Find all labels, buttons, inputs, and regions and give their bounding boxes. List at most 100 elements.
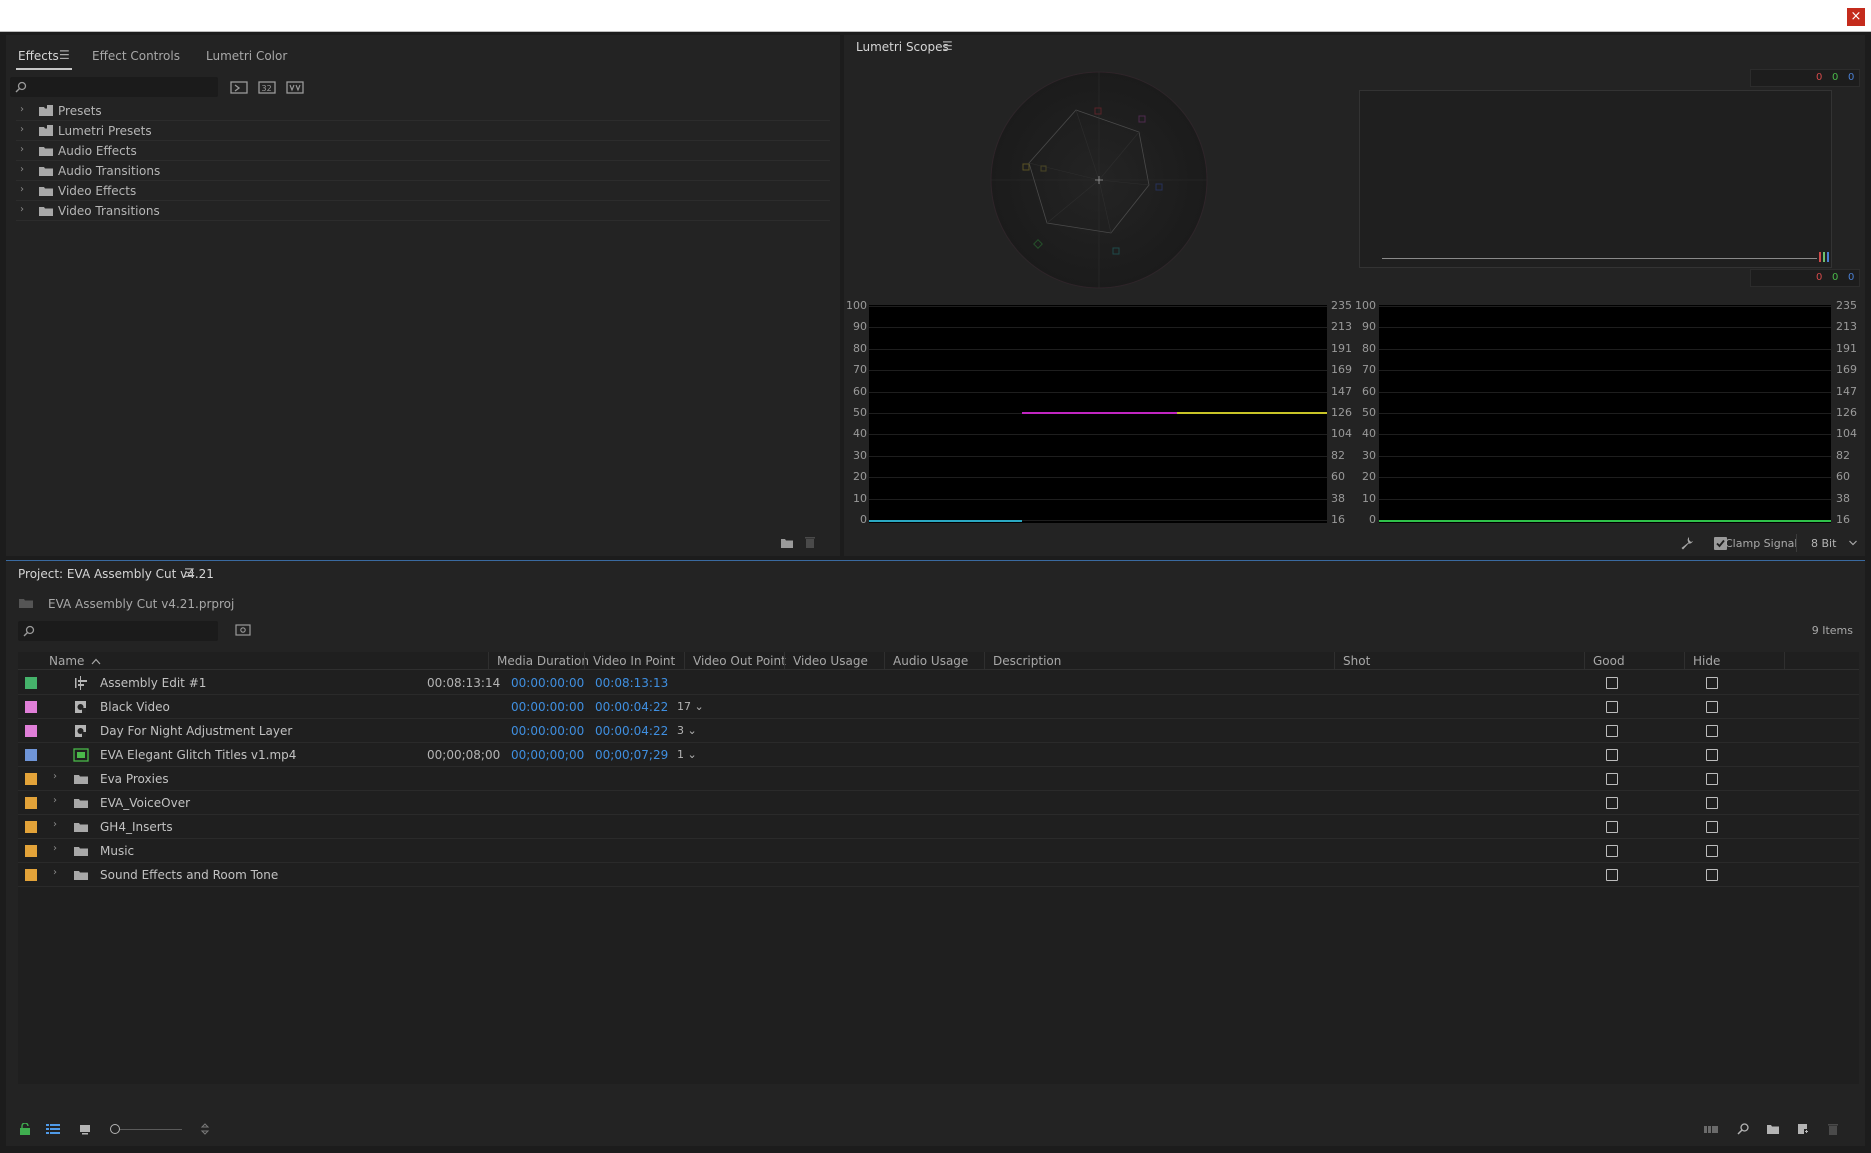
column-header-name[interactable]: Name [49, 654, 84, 668]
project-panel-menu-icon[interactable]: ☰ [184, 566, 195, 580]
list-view-icon[interactable] [46, 1123, 60, 1135]
good-checkbox[interactable] [1606, 797, 1618, 809]
table-row[interactable]: Day For Night Adjustment Layer 00:00:00:0… [18, 719, 1859, 743]
item-name[interactable]: Music [100, 844, 134, 858]
create-search-bin-icon[interactable] [235, 624, 251, 636]
item-name[interactable]: EVA Elegant Glitch Titles v1.mp4 [100, 748, 296, 762]
good-checkbox[interactable] [1606, 725, 1618, 737]
label-color-swatch[interactable] [25, 845, 37, 857]
tab-lumetri-color[interactable]: Lumetri Color [206, 49, 287, 63]
hide-checkbox[interactable] [1706, 677, 1718, 689]
label-color-swatch[interactable] [25, 749, 37, 761]
label-color-swatch[interactable] [25, 869, 37, 881]
table-row[interactable]: EVA Elegant Glitch Titles v1.mp4 00;00;08… [18, 743, 1859, 767]
item-name[interactable]: Day For Night Adjustment Layer [100, 724, 292, 738]
effects-panel-menu-icon[interactable]: ☰ [59, 48, 70, 62]
hide-checkbox[interactable] [1706, 773, 1718, 785]
tab-effect-controls[interactable]: Effect Controls [92, 49, 180, 63]
good-checkbox[interactable] [1606, 821, 1618, 833]
scope-settings-wrench-icon[interactable] [1680, 536, 1694, 550]
effects-tree-item[interactable]: › Lumetri Presets [16, 121, 830, 141]
table-row[interactable]: Black Video 00:00:00:00 00:00:04:22 17 ⌄ [18, 695, 1859, 719]
good-checkbox[interactable] [1606, 845, 1618, 857]
good-checkbox[interactable] [1606, 749, 1618, 761]
tab-effects[interactable]: Effects [18, 49, 59, 63]
good-checkbox[interactable] [1606, 869, 1618, 881]
table-row[interactable]: › EVA_VoiceOver [18, 791, 1859, 815]
column-header-audio-usage[interactable]: Audio Usage [893, 654, 968, 668]
label-color-swatch[interactable] [25, 821, 37, 833]
effects-tree-item[interactable]: › Presets [16, 101, 830, 121]
new-custom-bin-icon[interactable] [780, 537, 794, 549]
video-usage[interactable]: 1 ⌄ [677, 748, 697, 761]
chevron-right-icon[interactable]: › [53, 843, 57, 854]
column-header-shot[interactable]: Shot [1343, 654, 1370, 668]
effects-tree-item[interactable]: › Video Effects [16, 181, 830, 201]
chevron-right-icon[interactable]: › [20, 124, 24, 135]
chevron-right-icon[interactable]: › [20, 104, 24, 115]
table-row[interactable]: › Sound Effects and Room Tone [18, 863, 1859, 887]
close-window-button[interactable]: × [1847, 8, 1865, 26]
video-in-point[interactable]: 00;00;00;00 [511, 748, 584, 762]
chevron-right-icon[interactable]: › [20, 204, 24, 215]
table-row[interactable]: › GH4_Inserts [18, 815, 1859, 839]
video-out-point[interactable]: 00:00:04:22 [595, 700, 668, 714]
hide-checkbox[interactable] [1706, 797, 1718, 809]
video-usage[interactable]: 3 ⌄ [677, 724, 697, 737]
good-checkbox[interactable] [1606, 773, 1618, 785]
hide-checkbox[interactable] [1706, 749, 1718, 761]
item-name[interactable]: Assembly Edit #1 [100, 676, 206, 690]
video-usage[interactable]: 17 ⌄ [677, 700, 704, 713]
item-name[interactable]: Eva Proxies [100, 772, 169, 786]
column-header-video-in-point[interactable]: Video In Point [593, 654, 675, 668]
item-name[interactable]: EVA_VoiceOver [100, 796, 190, 810]
video-out-point[interactable]: 00;00;07;29 [595, 748, 668, 762]
lock-icon[interactable] [18, 1123, 32, 1135]
accelerated-effects-filter-icon[interactable] [230, 79, 248, 95]
chevron-right-icon[interactable]: › [53, 771, 57, 782]
bit-depth-dropdown[interactable]: 8 Bit [1796, 534, 1860, 552]
zoom-slider-handle[interactable] [110, 1124, 120, 1134]
table-row[interactable]: › Music [18, 839, 1859, 863]
column-header-video-usage[interactable]: Video Usage [793, 654, 868, 668]
video-in-point[interactable]: 00:00:00:00 [511, 700, 584, 714]
item-name[interactable]: Black Video [100, 700, 170, 714]
effects-tree-item[interactable]: › Audio Transitions [16, 161, 830, 181]
new-item-icon[interactable] [1796, 1123, 1810, 1135]
project-search-input[interactable] [18, 621, 218, 641]
chevron-right-icon[interactable]: › [53, 819, 57, 830]
chevron-right-icon[interactable]: › [20, 164, 24, 175]
find-icon[interactable] [1736, 1123, 1750, 1135]
chevron-right-icon[interactable]: › [20, 184, 24, 195]
effects-search-input[interactable] [10, 77, 218, 97]
video-out-point[interactable]: 00:08:13:13 [595, 676, 668, 690]
hide-checkbox[interactable] [1706, 821, 1718, 833]
icon-view-icon[interactable] [79, 1123, 93, 1135]
lumetri-scopes-title[interactable]: Lumetri Scopes [856, 40, 949, 54]
chevron-right-icon[interactable]: › [53, 795, 57, 806]
hide-checkbox[interactable] [1706, 845, 1718, 857]
column-header-video-out-point[interactable]: Video Out Point [693, 654, 786, 668]
label-color-swatch[interactable] [25, 773, 37, 785]
label-color-swatch[interactable] [25, 797, 37, 809]
chevron-right-icon[interactable]: › [53, 867, 57, 878]
good-checkbox[interactable] [1606, 677, 1618, 689]
good-checkbox[interactable] [1606, 701, 1618, 713]
label-color-swatch[interactable] [25, 725, 37, 737]
hide-checkbox[interactable] [1706, 869, 1718, 881]
label-color-swatch[interactable] [25, 677, 37, 689]
video-out-point[interactable]: 00:00:04:22 [595, 724, 668, 738]
hide-checkbox[interactable] [1706, 725, 1718, 737]
item-name[interactable]: Sound Effects and Room Tone [100, 868, 278, 882]
lumetri-scopes-menu-icon[interactable]: ☰ [942, 39, 953, 53]
hide-checkbox[interactable] [1706, 701, 1718, 713]
video-in-point[interactable]: 00:00:00:00 [511, 676, 584, 690]
clear-icon[interactable] [1826, 1123, 1840, 1135]
sort-ascending-icon[interactable] [91, 658, 101, 665]
automate-to-sequence-icon[interactable] [1704, 1123, 1718, 1135]
column-header-description[interactable]: Description [993, 654, 1061, 668]
column-header-hide[interactable]: Hide [1693, 654, 1720, 668]
delete-custom-item-icon[interactable] [804, 536, 816, 549]
effects-tree-item[interactable]: › Video Transitions [16, 201, 830, 221]
label-color-swatch[interactable] [25, 701, 37, 713]
